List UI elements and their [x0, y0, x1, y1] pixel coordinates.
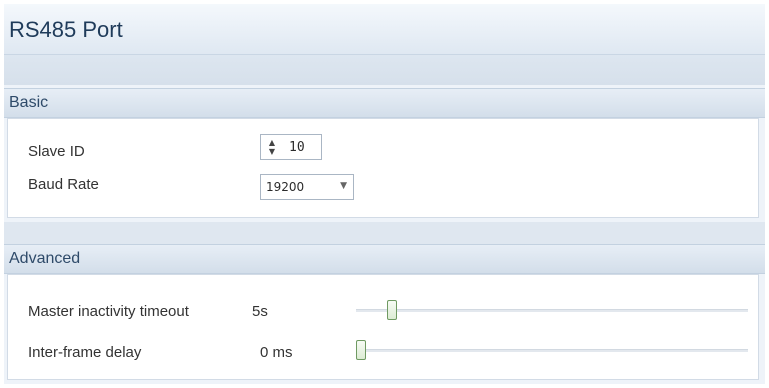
master-timeout-label: Master inactivity timeout: [28, 303, 189, 320]
title-spacer: [4, 55, 765, 85]
master-timeout-value: 5s: [252, 303, 268, 320]
basic-section-body: [7, 118, 759, 218]
inter-frame-delay-label: Inter-frame delay: [28, 344, 142, 361]
section-spacer: [4, 222, 765, 244]
advanced-section-header[interactable]: Advanced: [4, 244, 765, 274]
slave-id-label: Slave ID: [28, 143, 85, 160]
slave-id-stepper[interactable]: ▲ ▼ 10: [260, 134, 322, 160]
slave-id-value[interactable]: 10: [289, 140, 305, 155]
slider-track[interactable]: [356, 349, 748, 352]
baud-rate-label: Baud Rate: [28, 176, 99, 193]
slider-track[interactable]: [356, 309, 748, 312]
basic-section-title: Basic: [9, 94, 49, 111]
slider-thumb[interactable]: [356, 340, 366, 360]
inter-frame-delay-value: 0 ms: [260, 344, 293, 361]
basic-section-header[interactable]: Basic: [4, 88, 765, 118]
inter-frame-delay-slider[interactable]: [356, 340, 748, 360]
up-down-arrows-icon[interactable]: ▲ ▼: [267, 138, 277, 156]
slider-thumb[interactable]: [387, 300, 397, 320]
baud-rate-value[interactable]: 19200: [266, 180, 304, 194]
page-title: RS485 Port: [9, 17, 123, 42]
chevron-down-icon[interactable]: ▼: [340, 181, 347, 191]
master-timeout-slider[interactable]: [356, 300, 748, 320]
advanced-section-body: [7, 274, 759, 380]
baud-rate-select[interactable]: 19200 ▼: [260, 174, 354, 200]
rs485-port-panel: RS485 Port Basic Slave ID ▲ ▼ 10 Baud Rat…: [4, 4, 765, 384]
advanced-section-title: Advanced: [9, 250, 81, 267]
title-bar: RS485 Port: [4, 4, 765, 55]
